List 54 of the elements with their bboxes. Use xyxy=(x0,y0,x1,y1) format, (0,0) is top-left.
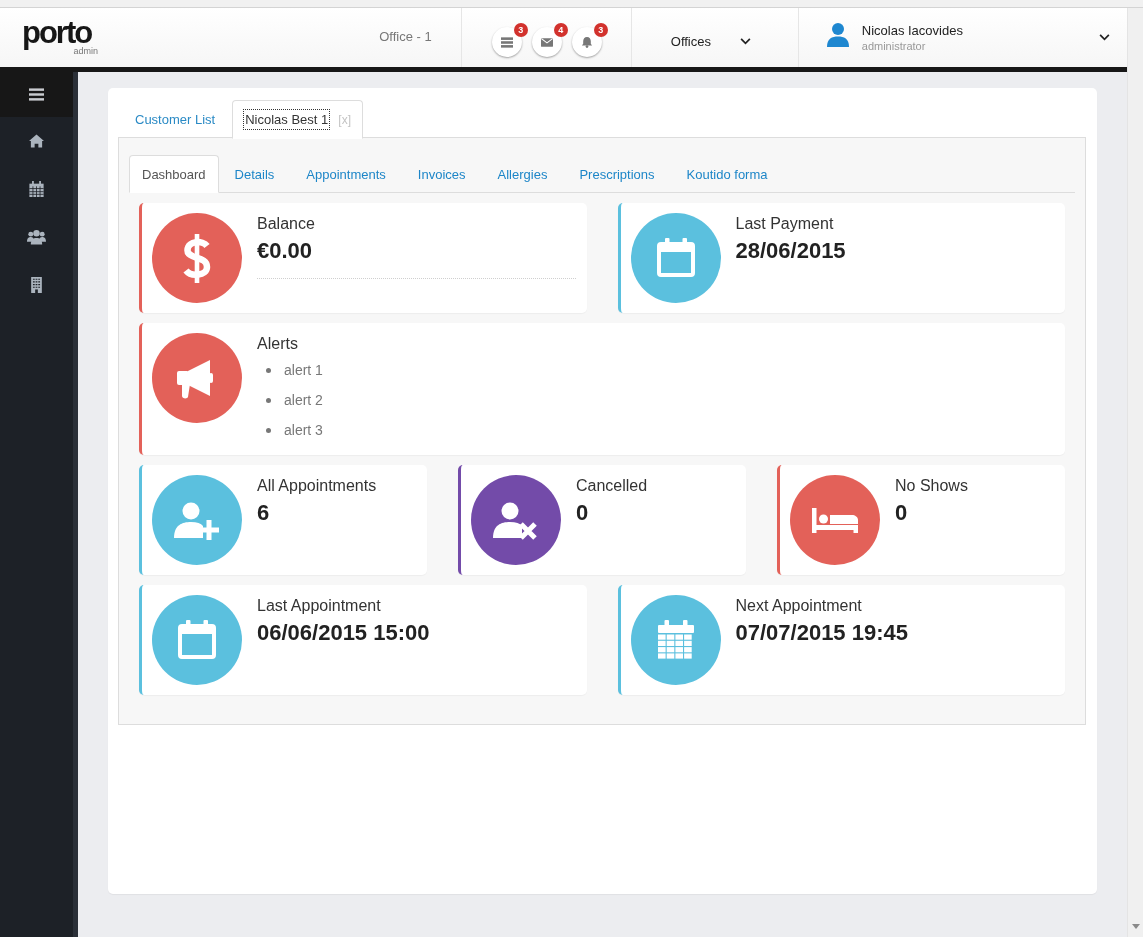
chevron-down-icon xyxy=(739,37,751,45)
alert-item: alert 3 xyxy=(284,422,323,438)
card-value: 0 xyxy=(576,499,589,527)
scroll-down-icon[interactable] xyxy=(1131,924,1140,929)
home-icon xyxy=(29,133,44,149)
scrollbar[interactable] xyxy=(1127,8,1143,937)
bullet-icon xyxy=(266,427,271,433)
card-title: Cancelled xyxy=(576,476,648,496)
bullet-icon xyxy=(266,367,271,373)
alert-item: alert 1 xyxy=(284,362,323,378)
card-title: All Appointments xyxy=(257,476,377,496)
card-title: Last Payment xyxy=(735,214,834,234)
section-tab[interactable]: Prescriptions xyxy=(563,155,671,193)
alert-item: alert 2 xyxy=(284,392,323,408)
section-tab[interactable]: Details xyxy=(218,155,291,193)
card-title: Alerts xyxy=(257,334,298,354)
building-icon xyxy=(29,277,44,293)
section-tab[interactable]: Dashboard xyxy=(129,155,219,193)
count-badge: 3 xyxy=(593,23,608,37)
list-icon xyxy=(500,36,513,48)
card-value: 0 xyxy=(895,499,908,527)
card-value: 28/06/2015 xyxy=(735,237,846,265)
chevron-down-icon xyxy=(1099,34,1110,41)
section-tab[interactable]: Koutido forma xyxy=(670,155,784,193)
offices-dropdown[interactable]: Offices xyxy=(631,8,798,67)
calendar-icon xyxy=(29,181,44,197)
section-tab[interactable]: Allergies xyxy=(481,155,564,193)
user-role: administrator xyxy=(861,38,927,53)
user-name[interactable]: Nicolas Iacovides xyxy=(861,22,963,39)
users-icon xyxy=(27,229,46,245)
menu-icon xyxy=(29,88,44,101)
count-badge: 3 xyxy=(513,23,528,37)
record-tab[interactable]: Nicolas Best 1 [x] xyxy=(232,100,363,139)
card-value: 06/06/2015 15:00 xyxy=(257,619,430,647)
envelope-icon xyxy=(540,36,553,48)
tasks-button[interactable] xyxy=(491,27,522,57)
card-value: €0.00 xyxy=(257,237,313,265)
card-value: 6 xyxy=(257,499,270,527)
card-title: Next Appointment xyxy=(735,596,862,616)
user-avatar-icon xyxy=(826,22,849,47)
card-title: Balance xyxy=(257,214,315,234)
count-badge: 4 xyxy=(553,23,568,37)
messages-button[interactable] xyxy=(531,27,562,57)
card-title: No Shows xyxy=(895,476,968,496)
office-name: Office - 1 xyxy=(379,29,432,44)
notifications-button[interactable] xyxy=(571,27,602,57)
bullet-icon xyxy=(266,397,271,403)
card-title: Last Appointment xyxy=(257,596,381,616)
section-tab[interactable]: Appointments xyxy=(290,155,402,193)
card-value: 07/07/2015 19:45 xyxy=(735,619,908,647)
section-tab[interactable]: Invoices xyxy=(401,155,482,193)
bell-icon xyxy=(580,36,593,48)
record-tab[interactable]: Customer List xyxy=(118,100,233,138)
menu-toggle-button[interactable] xyxy=(0,72,73,117)
